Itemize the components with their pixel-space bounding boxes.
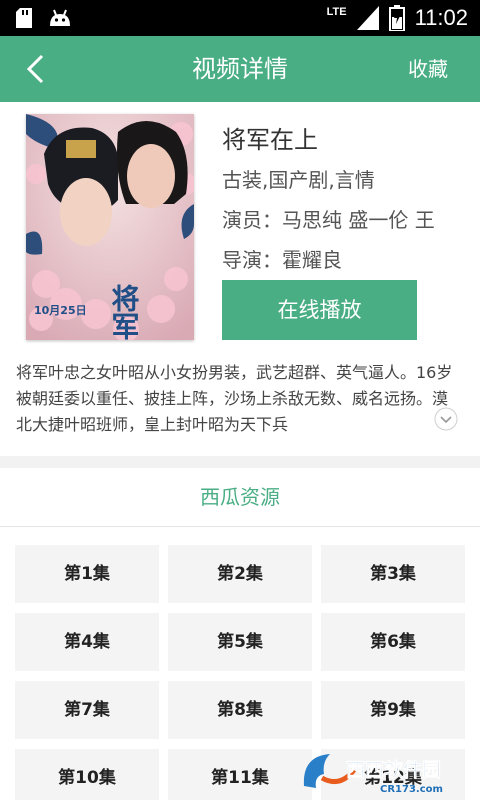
poster-date: 10月25日 bbox=[34, 304, 87, 317]
episode-button[interactable]: 第4集 bbox=[15, 613, 159, 671]
watermark-brand: 西西软件园 bbox=[346, 758, 441, 781]
expand-chevron-icon[interactable] bbox=[434, 407, 458, 431]
signal-icon bbox=[356, 6, 379, 30]
favorite-button[interactable]: 收藏 bbox=[408, 36, 448, 102]
poster-image[interactable]: 将军在上 10月25日 bbox=[26, 114, 194, 340]
clock: 11:02 bbox=[414, 5, 468, 30]
source-tab[interactable]: 西瓜资源 bbox=[0, 468, 480, 527]
episode-button[interactable]: 第8集 bbox=[168, 681, 312, 739]
status-bar: LTE 11:02 bbox=[0, 0, 480, 36]
site-watermark: 西西软件园 CR173.com bbox=[303, 754, 443, 795]
video-title: 将军在上 bbox=[222, 126, 318, 154]
episode-button[interactable]: 第1集 bbox=[15, 545, 159, 603]
episode-button[interactable]: 第11集 bbox=[168, 749, 312, 800]
poster-title: 将军在上 bbox=[108, 284, 141, 340]
back-arrow-icon[interactable] bbox=[18, 51, 54, 87]
play-online-button[interactable]: 在线播放 bbox=[222, 280, 417, 340]
video-detail: 将军在上 10月25日 将军在上 古装,国产剧,言情 演员：马思纯 盛一伦 王 … bbox=[0, 102, 480, 456]
battery-icon bbox=[388, 5, 405, 31]
episode-button[interactable]: 第10集 bbox=[15, 749, 159, 800]
episode-button[interactable]: 第9集 bbox=[321, 681, 465, 739]
source-label: 西瓜资源 bbox=[200, 485, 280, 509]
episode-button[interactable]: 第2集 bbox=[168, 545, 312, 603]
episode-button[interactable]: 第6集 bbox=[321, 613, 465, 671]
video-genres: 古装,国产剧,言情 bbox=[222, 168, 375, 192]
video-synopsis: 将军叶忠之女叶昭从小女扮男装，武艺超群、英气逼人。16岁被朝廷委以重任、披挂上阵… bbox=[16, 363, 453, 434]
video-cast: 演员：马思纯 盛一伦 王 bbox=[222, 208, 435, 232]
episode-button[interactable]: 第5集 bbox=[168, 613, 312, 671]
sd-card-icon bbox=[16, 8, 32, 28]
watermark-url: CR173.com bbox=[380, 784, 443, 795]
episode-button[interactable]: 第7集 bbox=[15, 681, 159, 739]
app-bar: 视频详情 收藏 bbox=[0, 36, 480, 102]
network-type: LTE bbox=[326, 6, 347, 18]
video-director: 导演：霍耀良 bbox=[222, 248, 342, 272]
episode-button[interactable]: 第3集 bbox=[321, 545, 465, 603]
android-debug-icon bbox=[50, 9, 70, 26]
